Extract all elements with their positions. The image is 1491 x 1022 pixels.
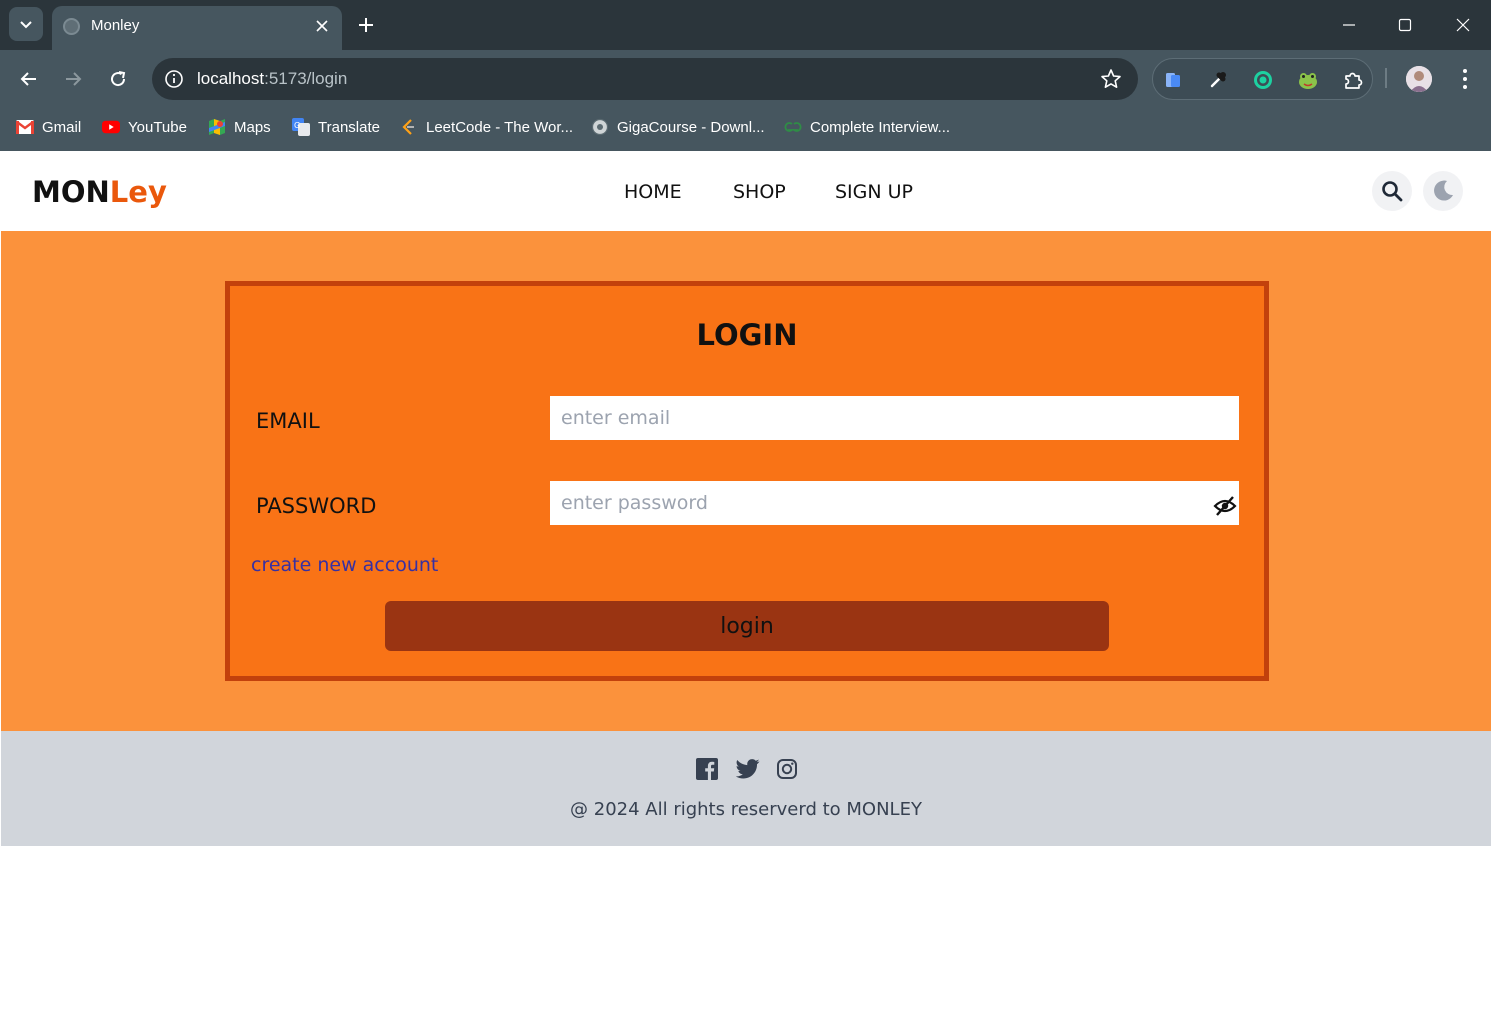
moon-icon [1434,180,1453,201]
extensions-group [1152,58,1373,100]
bookmark-leetcode[interactable]: LeetCode - The Wor... [400,114,573,140]
close-icon [1456,18,1470,32]
close-icon [316,20,328,32]
toolbar-separator [1385,68,1387,88]
browser-menu-button[interactable] [1455,66,1475,92]
frog-extension-icon[interactable] [1296,68,1320,92]
logo-part1: MON [32,175,110,209]
password-input[interactable] [550,481,1239,525]
search-icon [1382,181,1403,202]
profile-avatar[interactable] [1406,66,1432,92]
browser-tab[interactable]: Monley [52,6,342,50]
tab-close-button[interactable] [312,16,332,36]
gigacourse-icon [591,118,609,136]
bookmark-youtube[interactable]: YouTube [102,114,187,140]
bookmark-maps[interactable]: Maps [208,114,271,140]
bookmarks-bar: Gmail YouTube Maps G Translate LeetCode … [0,112,1491,142]
translate-icon: G [292,118,310,136]
eyedropper-extension-icon[interactable] [1206,68,1230,92]
person-icon [1406,66,1432,92]
reload-button[interactable] [103,64,133,94]
tab-strip: Monley [0,0,1491,50]
search-button[interactable] [1372,171,1412,211]
bookmark-complete-interview[interactable]: Complete Interview... [784,114,950,140]
chevron-down-icon [20,21,32,29]
login-button[interactable]: login [385,601,1109,651]
maximize-button[interactable] [1390,10,1420,40]
docs-extension-icon[interactable] [1161,68,1185,92]
browser-chrome: Monley localhost:5173/login Gmail YouTub… [0,0,1491,151]
nav-sign-up[interactable]: SIGN UP [835,181,913,203]
svg-text:G: G [294,121,300,130]
bookmark-label: Translate [318,118,380,136]
plus-icon [359,18,373,32]
arrow-left-icon [20,72,36,86]
tab-search-button[interactable] [9,7,43,41]
page: MONLey HOME SHOP SIGN UP LOGIN EMAIL PAS… [1,151,1491,1022]
twitter-icon[interactable] [736,758,760,780]
site-logo[interactable]: MONLey [32,175,167,209]
new-tab-button[interactable] [352,11,380,39]
site-info-icon[interactable] [162,67,186,91]
bookmark-label: Gmail [42,118,82,136]
close-window-button[interactable] [1448,10,1478,40]
instagram-icon[interactable] [776,758,798,780]
back-button[interactable] [14,64,44,94]
facebook-icon[interactable] [696,758,718,780]
bookmark-label: YouTube [128,118,187,136]
minimize-button[interactable] [1334,10,1364,40]
puzzle-extensions-icon[interactable] [1341,68,1365,92]
reload-icon [111,71,126,87]
url-text: localhost:5173/login [197,69,347,89]
create-account-link[interactable]: create new account [251,554,438,576]
forward-button[interactable] [58,64,88,94]
more-vertical-icon [1463,69,1467,89]
logo-part2: Ley [109,175,167,209]
bookmark-star-icon[interactable] [1100,68,1122,90]
bookmark-label: Complete Interview... [810,118,951,136]
login-card: LOGIN EMAIL PASSWORD create new account … [225,281,1269,681]
gmail-icon [16,118,34,136]
nav-home[interactable]: HOME [624,181,682,203]
gfg-icon [784,118,802,136]
nav-shop[interactable]: SHOP [733,181,786,203]
login-title: LOGIN [696,318,798,352]
tab-title: Monley [91,17,140,34]
maps-icon [208,118,226,136]
bookmark-label: LeetCode - The Wor... [426,118,574,136]
bookmark-label: Maps [234,118,271,136]
email-input[interactable] [550,396,1239,440]
copyright-text: @ 2024 All rights reserverd to MONLEY [570,799,922,820]
bookmark-gigacourse[interactable]: GigaCourse - Downl... [591,114,765,140]
url-path: :5173/login [264,69,348,88]
dark-mode-toggle[interactable] [1423,171,1463,211]
leetcode-icon [400,118,418,136]
password-label: PASSWORD [256,494,377,518]
email-label: EMAIL [256,409,320,433]
minimize-icon [1343,24,1355,26]
bookmark-translate[interactable]: G Translate [292,114,380,140]
address-bar[interactable]: localhost:5173/login [152,58,1138,100]
youtube-icon [102,118,120,136]
bookmark-gmail[interactable]: Gmail [16,114,81,140]
maximize-icon [1398,18,1412,32]
main-content: LOGIN EMAIL PASSWORD create new account … [1,231,1491,731]
url-host: localhost [197,69,265,88]
eye-off-icon[interactable] [1213,494,1237,518]
site-header: MONLey HOME SHOP SIGN UP [1,151,1491,231]
site-footer: @ 2024 All rights reserverd to MONLEY [1,731,1491,846]
globe-icon [63,18,80,35]
target-extension-icon[interactable] [1251,68,1275,92]
arrow-right-icon [66,72,82,86]
bookmark-label: GigaCourse - Downl... [617,118,765,136]
